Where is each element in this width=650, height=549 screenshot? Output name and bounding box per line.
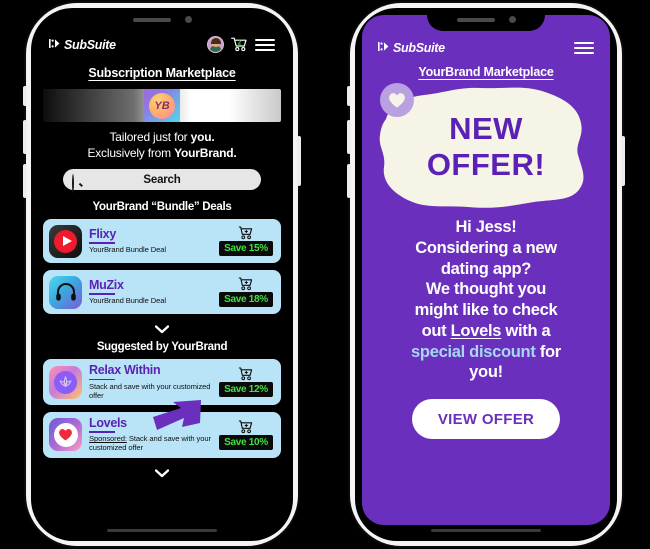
- search-icon: [72, 173, 83, 193]
- mute-switch[interactable]: [347, 86, 351, 106]
- avatar[interactable]: [207, 36, 224, 53]
- volume-up-button[interactable]: [347, 120, 351, 154]
- yourbrand-logo-tile: YB: [144, 89, 180, 122]
- lovels-link[interactable]: Lovels: [451, 322, 502, 340]
- view-offer-button[interactable]: VIEW OFFER: [412, 399, 560, 440]
- subsuite-logo-mark: [378, 41, 391, 55]
- front-camera-icon: [508, 16, 516, 23]
- app-subtitle: Stack and save with your customized offe…: [89, 381, 211, 400]
- search-placeholder: Search: [143, 173, 181, 186]
- headline-line-2: OFFER!: [426, 147, 546, 182]
- page-title: Subscription Marketplace: [88, 66, 236, 80]
- section-title-suggested: Suggested by YourBrand: [96, 341, 228, 354]
- message-line-1: Hi Jess!: [455, 218, 517, 236]
- notch: [103, 8, 221, 31]
- chevron-down-icon[interactable]: [154, 465, 170, 477]
- speaker-grill-icon: [456, 17, 495, 22]
- left-screen: SubSuite 2 Subscription Marketplace YB T…: [31, 8, 293, 541]
- front-camera-icon: [184, 16, 192, 23]
- status-badge: Save 15%: [219, 241, 273, 257]
- sponsored-label: Sponsored:: [89, 434, 127, 444]
- header-icon-group: 2: [207, 36, 275, 53]
- headline: NEW OFFER!: [372, 83, 600, 211]
- message-line-3: dating app?: [440, 259, 532, 278]
- tagline: Tailored just for you. Exclusively from …: [43, 129, 281, 161]
- subsuite-logo-text: SubSuite: [393, 41, 445, 55]
- volume-down-button[interactable]: [347, 164, 351, 198]
- phone-left: SubSuite 2 Subscription Marketplace YB T…: [23, 8, 301, 541]
- page-title: YourBrand Marketplace: [418, 65, 554, 79]
- left-app-content: SubSuite 2 Subscription Marketplace YB T…: [31, 8, 293, 541]
- app-name: Lovels: [89, 416, 127, 430]
- promo-banner[interactable]: YB: [43, 89, 281, 122]
- add-to-cart-icon[interactable]: [238, 226, 254, 240]
- message-line-7: special discount for: [411, 342, 561, 361]
- notch: [427, 8, 545, 31]
- volume-up-button[interactable]: [23, 120, 27, 154]
- app-subtitle: YourBrand Bundle Deal: [89, 296, 166, 306]
- right-app-content: SubSuite YourBrand Marketplace NEW OFFER…: [362, 15, 610, 525]
- hamburger-menu-icon[interactable]: [255, 38, 275, 51]
- app-name: Relax Within: [89, 363, 161, 378]
- muzix-app-icon: [49, 275, 82, 309]
- power-button[interactable]: [297, 136, 301, 186]
- status-badge: Save 10%: [219, 434, 273, 450]
- subsuite-logo[interactable]: SubSuite: [378, 41, 445, 55]
- power-button[interactable]: [621, 136, 625, 186]
- subsuite-logo[interactable]: SubSuite: [49, 38, 116, 52]
- divider: [89, 242, 115, 244]
- phone-right: SubSuite YourBrand Marketplace NEW OFFER…: [347, 8, 625, 541]
- screenshot-stage: SubSuite 2 Subscription Marketplace YB T…: [0, 0, 650, 549]
- app-name: MuZix: [89, 278, 124, 293]
- volume-down-button[interactable]: [23, 164, 27, 198]
- mute-switch[interactable]: [23, 86, 27, 106]
- offer-message: Hi Jess! Considering a new dating app? W…: [362, 211, 610, 383]
- list-item[interactable]: Relax Within Stack and save with your cu…: [43, 359, 281, 405]
- tagline-line-2: Exclusively from YourBrand.: [87, 146, 237, 161]
- message-line-5: might like to check: [414, 301, 558, 320]
- home-indicator: [107, 529, 217, 532]
- hamburger-menu-icon[interactable]: [574, 42, 594, 54]
- yourbrand-logo-text: YB: [149, 92, 175, 119]
- section-title-bundle: YourBrand “Bundle” Deals: [92, 201, 232, 214]
- search-input[interactable]: Search: [63, 169, 261, 193]
- special-discount-highlight: special discount: [411, 342, 536, 361]
- status-badge: Save 18%: [219, 292, 273, 308]
- new-offer-blob: NEW OFFER!: [372, 83, 600, 211]
- message-line-6: out Lovels with a: [421, 321, 551, 340]
- app-subtitle: YourBrand Bundle Deal: [89, 245, 166, 255]
- message-line-2: Considering a new: [415, 238, 557, 257]
- list-item[interactable]: Flixy YourBrand Bundle Deal Save 15%: [43, 219, 281, 264]
- play-icon: [62, 236, 72, 247]
- home-indicator: [431, 529, 541, 532]
- speaker-grill-icon: [132, 17, 171, 22]
- chevron-down-icon[interactable]: [154, 321, 170, 334]
- status-badge: Save 12%: [219, 382, 273, 398]
- relax-within-app-icon: [49, 365, 82, 399]
- list-item[interactable]: MuZix YourBrand Bundle Deal Save 18%: [43, 270, 281, 315]
- subsuite-logo-mark: [49, 38, 62, 52]
- app-name: Flixy: [89, 227, 116, 242]
- app-subtitle: Sponsored: Stack and save with your cust…: [89, 434, 211, 453]
- svg-text:2: 2: [238, 40, 242, 46]
- lovels-app-icon: [49, 418, 82, 452]
- add-to-cart-icon[interactable]: [238, 420, 254, 434]
- subsuite-logo-text: SubSuite: [64, 37, 116, 52]
- add-to-cart-icon[interactable]: [238, 277, 254, 291]
- shopping-cart-icon[interactable]: 2: [231, 37, 248, 52]
- tagline-line-1: Tailored just for you.: [109, 130, 215, 144]
- divider: [89, 293, 115, 295]
- list-item[interactable]: Lovels Sponsored: Stack and save with yo…: [43, 400, 281, 458]
- message-line-8: you!: [469, 363, 503, 382]
- right-screen: SubSuite YourBrand Marketplace NEW OFFER…: [355, 8, 617, 541]
- divider: [89, 431, 115, 433]
- headline-line-1: NEW: [449, 111, 523, 147]
- add-to-cart-icon[interactable]: [238, 367, 254, 381]
- flixy-app-icon: [49, 224, 82, 258]
- message-line-4: We thought you: [425, 280, 547, 299]
- divider: [89, 378, 115, 380]
